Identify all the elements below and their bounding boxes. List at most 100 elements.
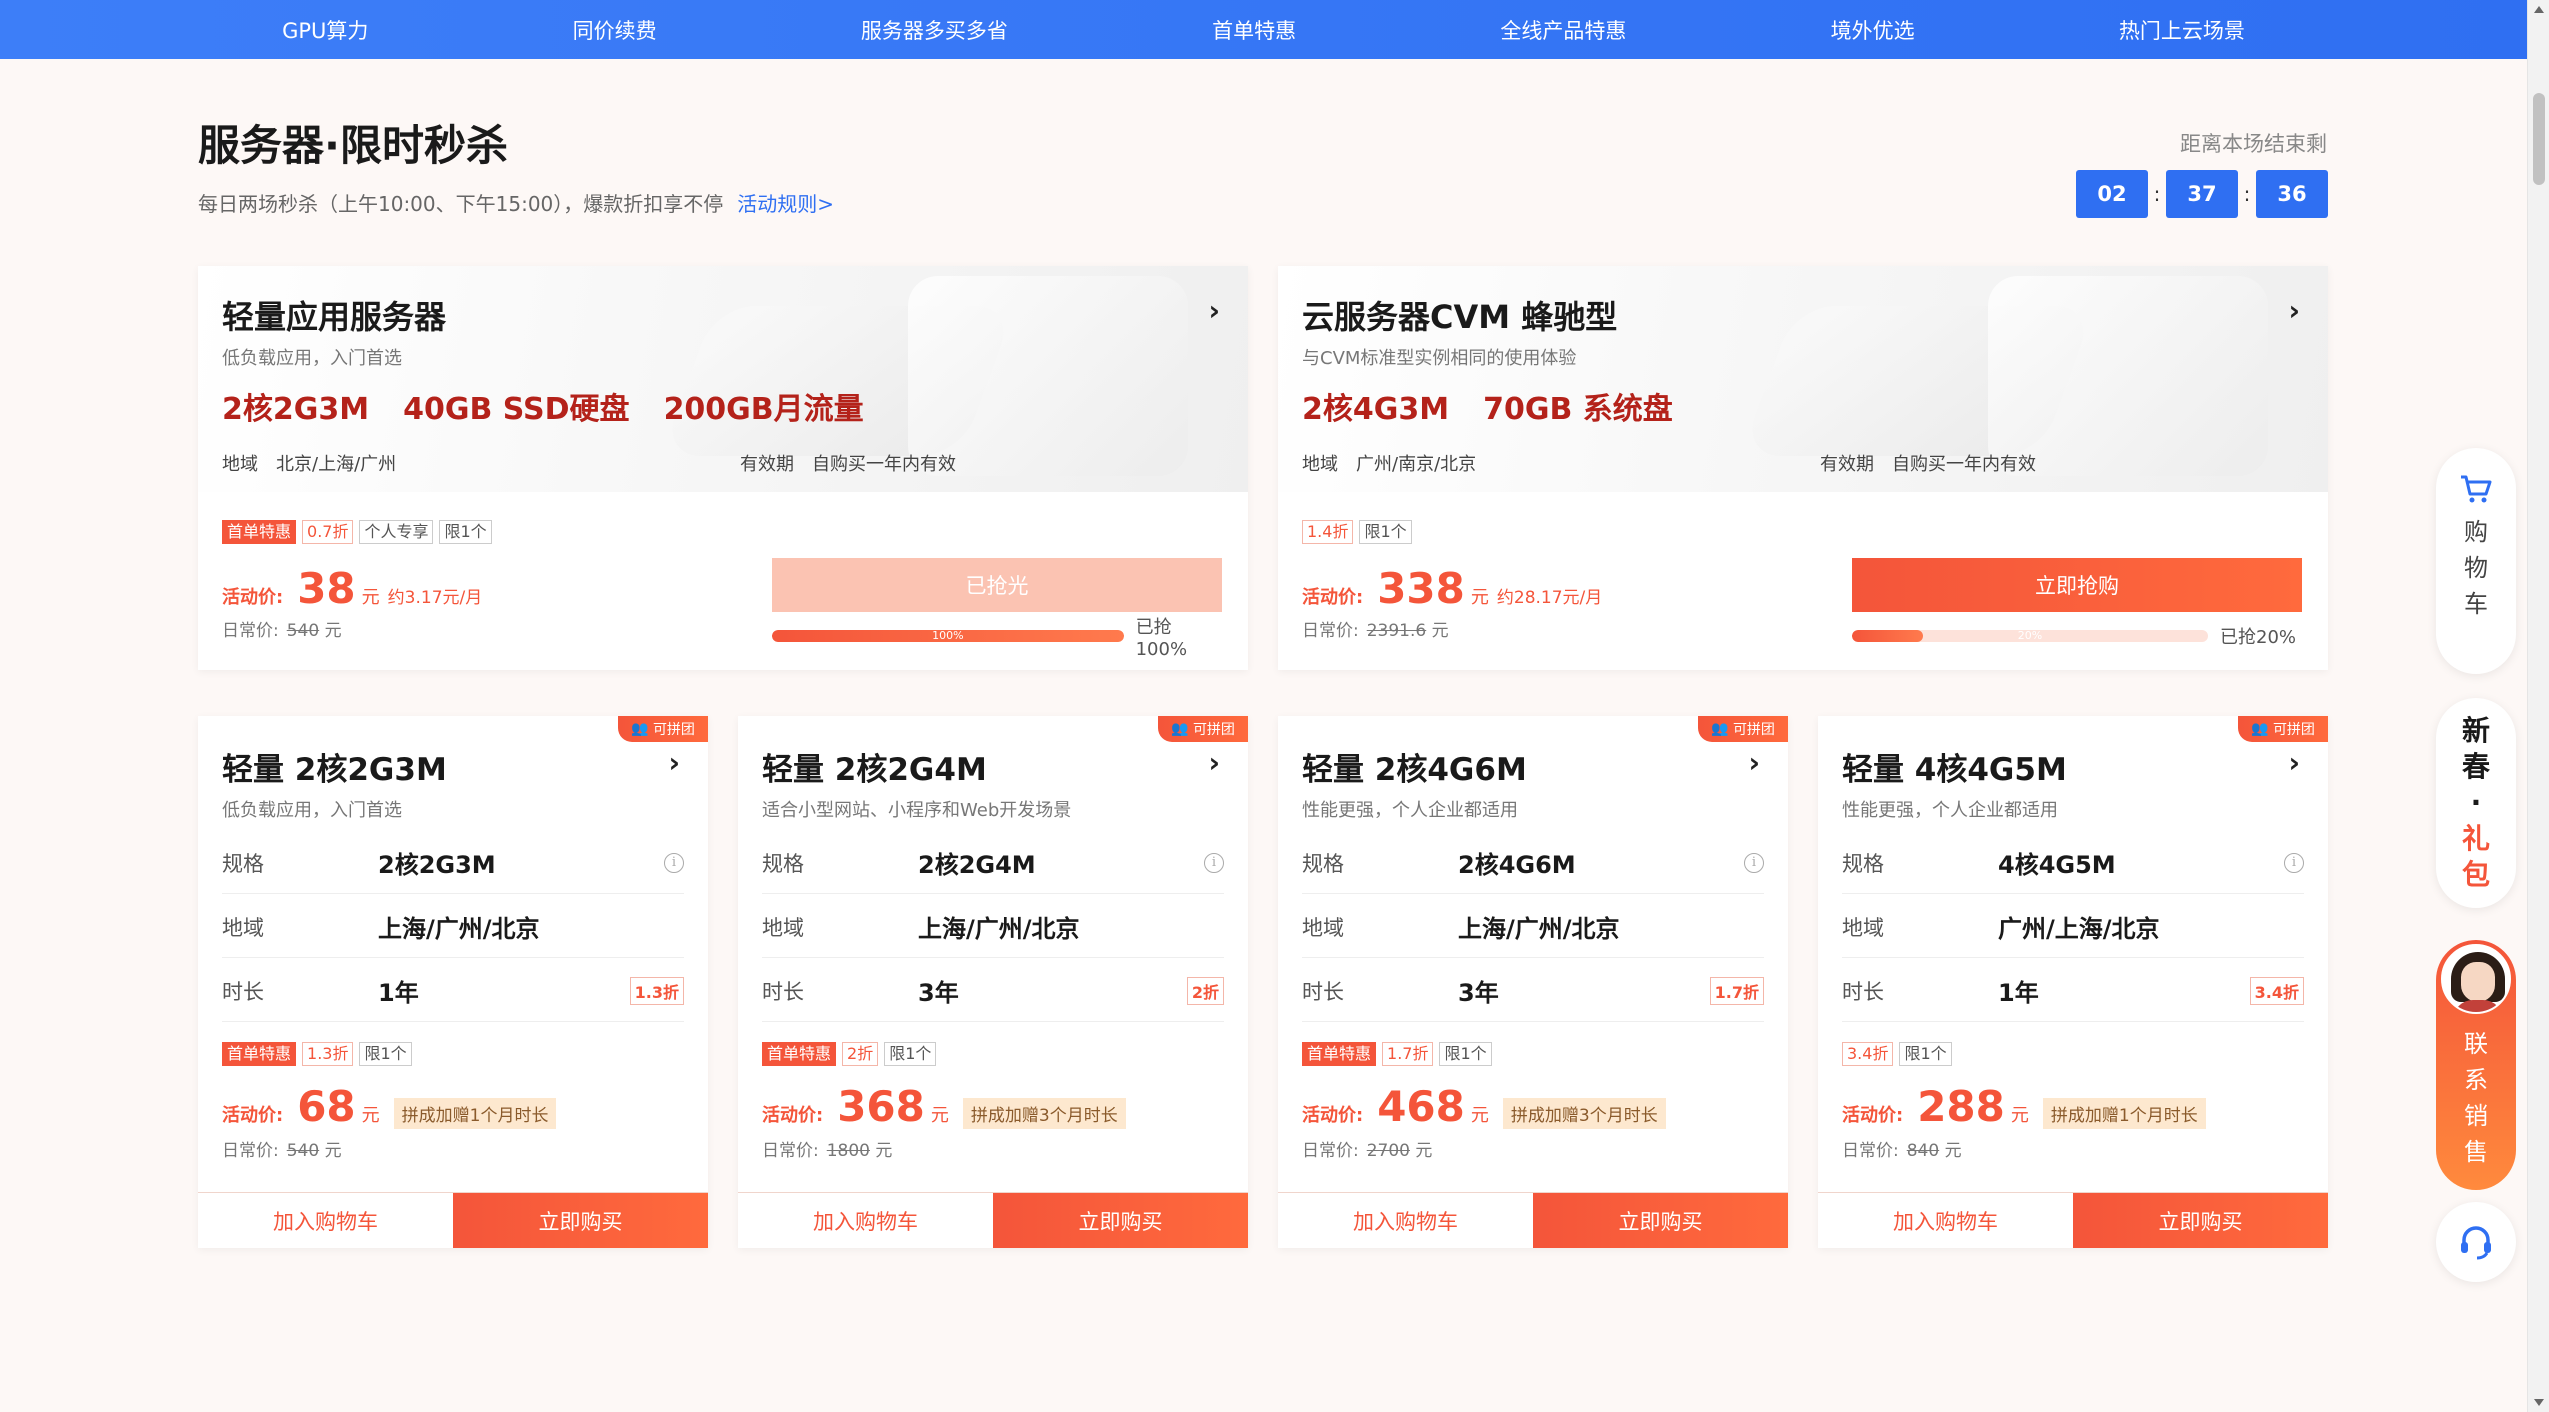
row-region[interactable]: 地域 广州/上海/北京 <box>1842 896 2304 958</box>
row-region[interactable]: 地域 上海/广州/北京 <box>1302 896 1764 958</box>
duration-discount: 1.3折 <box>629 976 684 1005</box>
row-spec: 规格 2核2G3M i <box>222 832 684 894</box>
price-row: 活动价: 38 元 约3.17元/月 <box>222 564 483 613</box>
row-duration[interactable]: 时长 1年 1.3折 <box>222 960 684 1022</box>
card-title[interactable]: 云服务器CVM 蜂驰型 <box>1302 292 1617 338</box>
top-nav: GPU算力 同价续费 服务器多买多省 首单特惠 全线产品特惠 境外优选 热门上云… <box>0 0 2527 59</box>
grab-now-button[interactable]: 立即抢购 <box>1852 558 2302 612</box>
card-title[interactable]: 轻量 2核4G6M <box>1302 744 1527 789</box>
product-card-cvm: 云服务器CVM 蜂驰型 › 与CVM标准型实例相同的使用体验 2核4G3M 70… <box>1278 266 2328 670</box>
nav-gpu[interactable]: GPU算力 <box>282 15 368 45</box>
card-title[interactable]: 轻量应用服务器 <box>222 292 446 338</box>
card-title[interactable]: 轻量 4核4G5M <box>1842 744 2067 789</box>
scroll-up-arrow[interactable] <box>2534 6 2544 13</box>
info-icon[interactable]: i <box>1204 852 1224 873</box>
original-price: 日常价: 2700 元 <box>1302 1141 1433 1161</box>
chevron-right-icon[interactable]: › <box>668 746 680 779</box>
price-row: 活动价: 338 元 约28.17元/月 <box>1302 564 1603 613</box>
original-price: 日常价: 540 元 <box>222 621 342 641</box>
price-value: 68 <box>297 1082 356 1131</box>
floating-customer-service[interactable] <box>2436 1202 2516 1282</box>
nav-all-products[interactable]: 全线产品特惠 <box>1500 15 1626 45</box>
nav-multi-buy[interactable]: 服务器多买多省 <box>861 15 1008 45</box>
row-duration[interactable]: 时长 1年 3.4折 <box>1842 960 2304 1022</box>
card-desc: 低负载应用，入门首选 <box>222 800 402 821</box>
price-value: 338 <box>1377 564 1465 613</box>
info-icon[interactable]: i <box>2284 852 2304 873</box>
original-price: 日常价: 540 元 <box>222 1141 342 1161</box>
floating-cart-label: 购物车 <box>2464 518 2488 618</box>
add-to-cart-button[interactable]: 加入购物车 <box>1818 1193 2073 1248</box>
row-region[interactable]: 地域 上海/广州/北京 <box>222 896 684 958</box>
add-to-cart-button[interactable]: 加入购物车 <box>198 1193 453 1248</box>
buy-now-button[interactable]: 立即购买 <box>2073 1193 2328 1248</box>
chevron-right-icon[interactable]: › <box>1748 746 1760 779</box>
buy-now-button[interactable]: 立即购买 <box>1533 1193 1788 1248</box>
card-title[interactable]: 轻量 2核2G3M <box>222 744 447 789</box>
nav-scenarios[interactable]: 热门上云场景 <box>2119 15 2245 45</box>
card-desc: 性能更强，个人企业都适用 <box>1302 800 1518 821</box>
row-duration[interactable]: 时长 3年 2折 <box>762 960 1224 1022</box>
floating-contact-sales[interactable]: 联系销售 <box>2436 940 2516 1190</box>
group-bonus: 拼成加赠3个月时长 <box>1502 1098 1666 1129</box>
tag-limit: 限1个 <box>439 520 492 544</box>
nav-renew[interactable]: 同价续费 <box>573 15 657 45</box>
page-scrollbar[interactable] <box>2527 0 2549 1412</box>
floating-gift-pack[interactable]: 新 春 · 礼 包 <box>2436 698 2516 908</box>
row-region[interactable]: 地域 上海/广州/北京 <box>762 896 1224 958</box>
tag-limit: 限1个 <box>884 1042 937 1066</box>
row-spec: 规格 4核4G5M i <box>1842 832 2304 894</box>
subtitle-text: 每日两场秒杀（上午10:00、下午15:00），爆款折扣享不停 <box>198 192 724 216</box>
card-title[interactable]: 轻量 2核2G4M <box>762 744 987 789</box>
duration-discount: 3.4折 <box>2249 976 2304 1005</box>
user-icon: 👥 <box>631 721 649 737</box>
card-tags: 3.4折 限1个 <box>1842 1042 1952 1066</box>
product-card-small: 👥 可拼团 轻量 4核4G5M › 性能更强，个人企业都适用 规格 4核4G5M i… <box>1818 716 2328 1248</box>
tag-limit: 限1个 <box>359 1042 412 1066</box>
page-subtitle: 每日两场秒杀（上午10:00、下午15:00），爆款折扣享不停 活动规则> <box>198 188 834 217</box>
add-to-cart-button[interactable]: 加入购物车 <box>1278 1193 1533 1248</box>
card-desc: 适合小型网站、小程序和Web开发场景 <box>762 800 1072 821</box>
scroll-thumb[interactable] <box>2533 93 2545 185</box>
buy-now-button[interactable]: 立即购买 <box>993 1193 1248 1248</box>
price-row: 活动价: 68 元 拼成加赠1个月时长 <box>222 1082 557 1131</box>
soldout-button[interactable]: 已抢光 <box>772 558 1222 612</box>
floating-cart[interactable]: 购物车 <box>2436 448 2516 674</box>
tag-limit: 限1个 <box>1439 1042 1492 1066</box>
card-actions: 加入购物车 立即购买 <box>1278 1192 1788 1248</box>
original-price: 日常价: 1800 元 <box>762 1141 893 1161</box>
spec-traffic: 200GB月流量 <box>663 392 864 427</box>
sales-progress: 100% 已抢100% <box>772 617 1222 660</box>
nav-overseas[interactable]: 境外优选 <box>1831 15 1915 45</box>
group-bonus: 拼成加赠1个月时长 <box>393 1098 557 1129</box>
card-tags: 首单特惠 1.7折 限1个 <box>1302 1042 1492 1066</box>
chevron-right-icon[interactable]: › <box>2288 746 2300 779</box>
card-actions: 加入购物车 立即购买 <box>738 1192 1248 1248</box>
add-to-cart-button[interactable]: 加入购物车 <box>738 1193 993 1248</box>
chevron-right-icon[interactable]: › <box>1208 294 1220 327</box>
countdown-timer: 02 : 37 : 36 <box>2076 170 2328 218</box>
card-specs: 2核4G3M 70GB 系统盘 <box>1302 384 1673 428</box>
price-row: 活动价: 288 元 拼成加赠1个月时长 <box>1842 1082 2206 1131</box>
user-icon: 👥 <box>1171 721 1189 737</box>
card-region: 地域 北京/上海/广州 <box>222 454 397 475</box>
tag-first-order: 首单特惠 <box>222 1042 297 1066</box>
price-value: 368 <box>837 1082 925 1131</box>
card-tags: 首单特惠 1.3折 限1个 <box>222 1042 412 1066</box>
countdown-label: 距离本场结束剩 <box>2180 132 2327 156</box>
tag-first-order: 首单特惠 <box>762 1042 837 1066</box>
price-monthly: 约28.17元/月 <box>1496 588 1603 608</box>
info-icon[interactable]: i <box>664 852 684 873</box>
chevron-right-icon[interactable]: › <box>1208 746 1220 779</box>
row-duration[interactable]: 时长 3年 1.7折 <box>1302 960 1764 1022</box>
scroll-down-arrow[interactable] <box>2534 1399 2544 1406</box>
nav-first-order[interactable]: 首单特惠 <box>1212 15 1296 45</box>
chevron-right-icon[interactable]: › <box>2288 294 2300 327</box>
price-value: 38 <box>297 564 356 613</box>
info-icon[interactable]: i <box>1744 852 1764 873</box>
buy-now-button[interactable]: 立即购买 <box>453 1193 708 1248</box>
card-actions: 加入购物车 立即购买 <box>198 1192 708 1248</box>
rules-link[interactable]: 活动规则> <box>737 192 834 216</box>
countdown-seconds: 36 <box>2256 170 2328 218</box>
duration-discount: 2折 <box>1186 976 1224 1005</box>
